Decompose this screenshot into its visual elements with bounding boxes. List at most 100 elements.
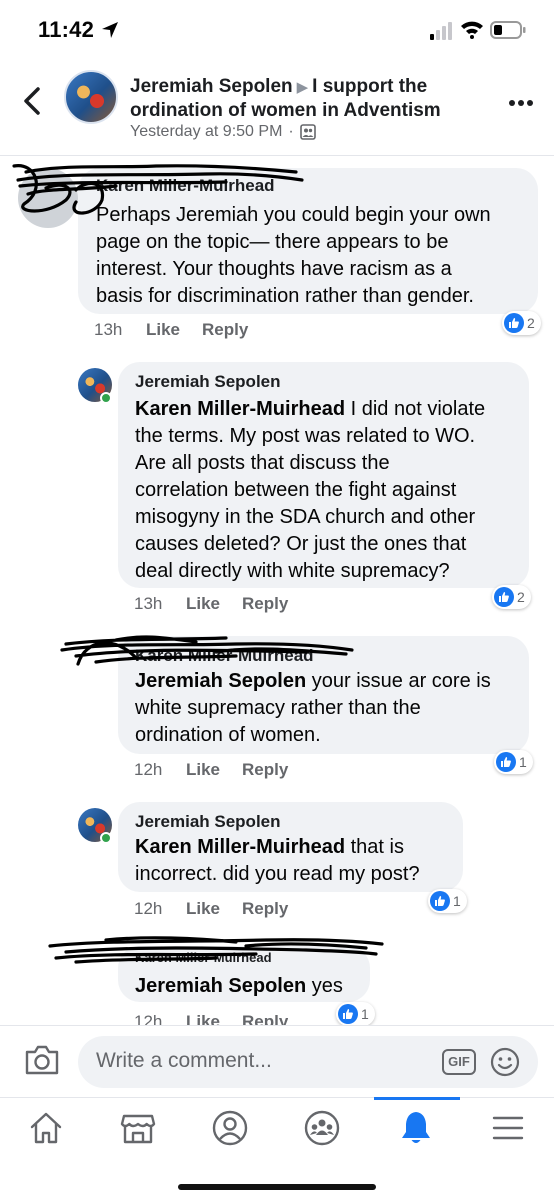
comment-line: deal directly with white supremacy? [135, 560, 450, 582]
comment-line: causes deleted? Or just the ones that [135, 533, 467, 555]
comment-line: white supremacy rather than the [135, 697, 421, 719]
reply-button[interactable]: Reply [242, 594, 288, 614]
reaction-number: 2 [527, 315, 535, 331]
comment-line: yes [311, 975, 343, 997]
reply-button[interactable]: Reply [242, 899, 288, 919]
comment-author[interactable]: Karen Miller-Muirhead [96, 176, 275, 196]
mention-link[interactable]: Jeremiah Sepolen [135, 975, 306, 997]
menu-icon[interactable] [488, 1108, 528, 1148]
comment-line: incorrect. did you read my post? [135, 863, 420, 885]
cellular-signal-icon [430, 22, 452, 40]
like-button[interactable]: Like [146, 320, 180, 340]
comment-author[interactable]: Jeremiah Sepolen [135, 812, 281, 832]
comment-time: 12h [134, 899, 163, 918]
like-button[interactable]: Like [186, 594, 220, 614]
notifications-icon[interactable] [396, 1108, 436, 1148]
comment-author[interactable]: Karen Miller-Muirhead [135, 950, 272, 965]
comment-line: ordination of women. [135, 724, 321, 746]
online-indicator [100, 832, 112, 844]
camera-icon[interactable] [24, 1044, 60, 1076]
emoji-icon[interactable] [490, 1047, 520, 1077]
comment-actions: 12h Like Reply [134, 1012, 288, 1026]
reaction-count[interactable]: 1 [336, 1002, 375, 1026]
group-audience-icon [299, 124, 316, 140]
comment-text: Jeremiah Sepolen yes [135, 973, 365, 1000]
mention-link[interactable]: Karen Miller-Muirhead [135, 398, 345, 420]
comment-actions: 12h Like Reply [134, 760, 288, 780]
comment-text: Perhaps Jeremiah you could begin your ow… [96, 202, 532, 310]
reaction-number: 1 [519, 754, 527, 770]
location-arrow-icon [102, 22, 118, 38]
mention-link[interactable]: Karen Miller-Muirhead [135, 836, 345, 858]
post-timestamp[interactable]: Yesterday at 9:50 PM [130, 123, 282, 141]
marketplace-icon[interactable] [118, 1108, 158, 1148]
post-meta: Yesterday at 9:50 PM · [130, 123, 316, 141]
more-options-icon[interactable] [508, 98, 534, 108]
post-author[interactable]: Jeremiah Sepolen [130, 76, 293, 97]
reply-button[interactable]: Reply [242, 760, 288, 780]
like-reaction-icon [430, 891, 450, 911]
reaction-number: 1 [361, 1006, 369, 1022]
comment-input[interactable]: Write a comment... GIF [78, 1036, 538, 1088]
back-chevron-icon[interactable] [18, 86, 46, 116]
comment-line: Perhaps Jeremiah you could begin your ow… [96, 204, 491, 226]
comment-line: misogyny in the SDA church and other [135, 506, 476, 528]
comment-line: Are all posts that discuss the [135, 452, 390, 474]
online-indicator [100, 392, 112, 404]
author-avatar[interactable] [64, 70, 118, 124]
comment-line: interest. Your thoughts have racism as a [96, 258, 452, 280]
like-button[interactable]: Like [186, 1012, 220, 1026]
like-reaction-icon [494, 587, 514, 607]
reaction-number: 1 [453, 893, 461, 909]
post-header: Jeremiah Sepolen ▶ I support the ordinatio… [0, 60, 554, 156]
like-reaction-icon [496, 752, 516, 772]
home-indicator [178, 1184, 376, 1190]
comment-line: your issue ar core is [311, 670, 491, 692]
reaction-count[interactable]: 2 [492, 585, 531, 609]
gif-button[interactable]: GIF [442, 1049, 476, 1075]
comment-author[interactable]: Jeremiah Sepolen [135, 372, 281, 392]
groups-icon[interactable] [302, 1108, 342, 1148]
battery-icon [490, 21, 526, 39]
reply-button[interactable]: Reply [202, 320, 248, 340]
comment-text: Jeremiah Sepolen your issue ar core is w… [135, 668, 525, 749]
home-icon[interactable] [26, 1108, 66, 1148]
comment-actions: 12h Like Reply [134, 899, 288, 919]
comment-line: that is [350, 836, 404, 858]
comment-line: correlation between the fight against [135, 479, 457, 501]
profile-icon[interactable] [210, 1108, 250, 1148]
post-title[interactable]: Jeremiah Sepolen ▶ I support the ordinatio… [130, 75, 480, 122]
comment-time: 12h [134, 1012, 163, 1026]
triangle-right-icon: ▶ [296, 79, 309, 96]
reaction-number: 2 [517, 589, 525, 605]
like-button[interactable]: Like [186, 760, 220, 780]
like-button[interactable]: Like [186, 899, 220, 919]
bottom-tab-bar [0, 1097, 554, 1200]
reaction-count[interactable]: 1 [494, 750, 533, 774]
wifi-icon [461, 21, 483, 39]
comment-time: 12h [134, 760, 163, 779]
comment-time: 13h [94, 320, 123, 339]
like-reaction-icon [504, 313, 524, 333]
comment-line: the terms. My post was related to WO. [135, 425, 476, 447]
reaction-count[interactable]: 2 [502, 311, 541, 335]
comment-text: Karen Miller-Muirhead I did not violate … [135, 396, 525, 585]
comment-author[interactable]: Karen Miller-Muirhead [135, 646, 314, 666]
like-reaction-icon [338, 1004, 358, 1024]
reply-button[interactable]: Reply [242, 1012, 288, 1026]
comment-line: basis for discrimination rather than gen… [96, 285, 474, 307]
commenter-avatar[interactable] [18, 168, 78, 228]
meta-separator: · [288, 123, 294, 140]
status-time: 11:42 [38, 17, 95, 42]
comment-composer: Write a comment... GIF [0, 1025, 554, 1097]
status-bar: 11:42 [0, 0, 554, 60]
mention-link[interactable]: Jeremiah Sepolen [135, 670, 306, 692]
comment-line: page on the topic— there appears to be [96, 231, 449, 253]
reaction-count[interactable]: 1 [428, 889, 467, 913]
comment-actions: 13h Like Reply [134, 594, 288, 614]
comment-placeholder: Write a comment... [96, 1049, 272, 1072]
comment-actions: 13h Like Reply [94, 320, 248, 340]
comment-line: I did not violate [350, 398, 486, 420]
comment-text: Karen Miller-Muirhead that is incorrect.… [135, 834, 460, 888]
active-tab-indicator [374, 1097, 460, 1100]
